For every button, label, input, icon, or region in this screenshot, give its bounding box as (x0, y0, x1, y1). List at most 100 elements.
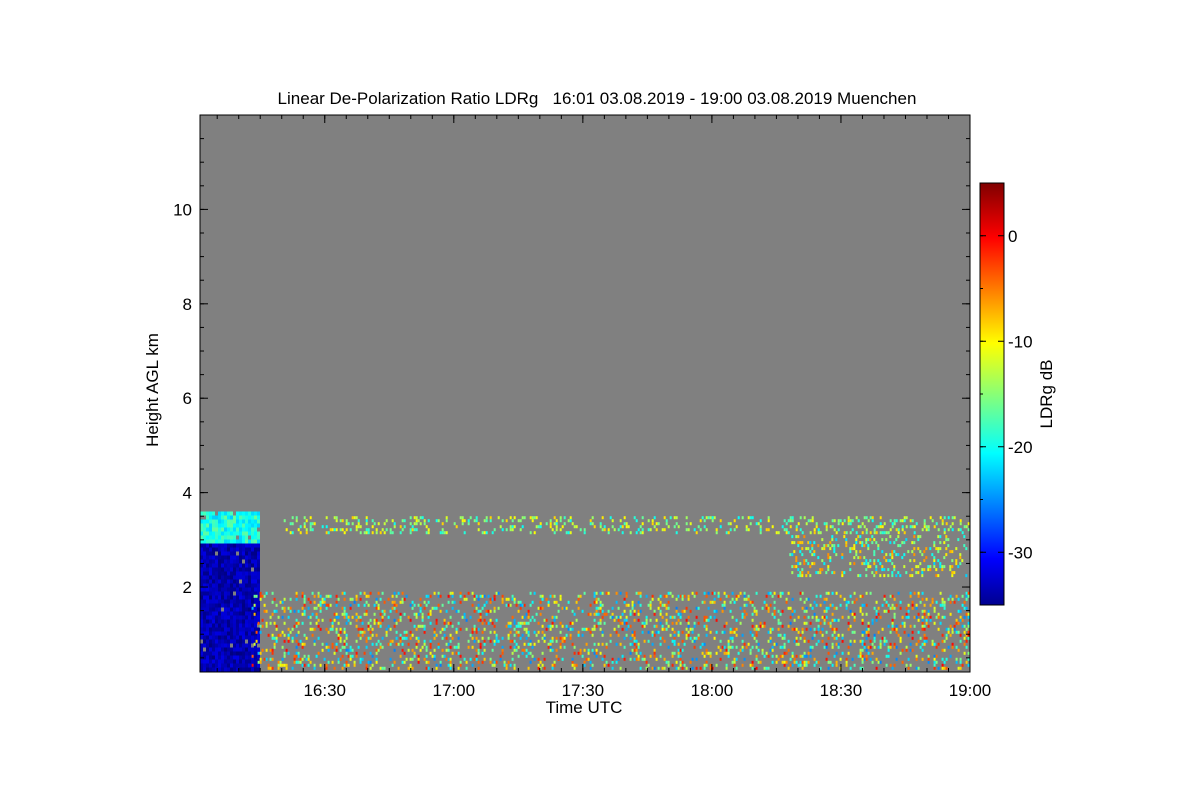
heatmap-cell (355, 597, 358, 601)
heatmap-cell (218, 515, 221, 520)
heatmap-cell (359, 636, 362, 640)
heatmap-cell (677, 594, 680, 598)
heatmap-cell (254, 583, 257, 588)
heatmap-cell (242, 603, 245, 608)
heatmap-cell (369, 666, 372, 670)
heatmap-cell (617, 618, 620, 622)
heatmap-cell (445, 657, 448, 661)
heatmap-cell (209, 595, 212, 600)
heatmap-cell (215, 583, 218, 588)
heatmap-cell (427, 612, 430, 616)
heatmap-cell (815, 660, 818, 664)
heatmap-cell (313, 666, 316, 670)
heatmap-cell (879, 615, 882, 619)
heatmap-cell (355, 615, 358, 619)
heatmap-cell (751, 663, 754, 667)
heatmap-cell (435, 618, 438, 622)
heatmap-cell (821, 547, 824, 551)
heatmap-cell (257, 531, 260, 536)
heatmap-cell (621, 525, 624, 529)
heatmap-cell (215, 587, 218, 592)
heatmap-cell (573, 663, 576, 667)
heatmap-cell (637, 528, 640, 532)
heatmap-cell (393, 591, 396, 595)
heatmap-cell (391, 594, 394, 598)
heatmap-cell (963, 606, 966, 610)
heatmap-cell (233, 599, 236, 604)
heatmap-cell (253, 612, 256, 616)
heatmap-cell (212, 627, 215, 632)
heatmap-cell (797, 568, 800, 572)
heatmap-cell (665, 522, 668, 526)
heatmap-cell (723, 600, 726, 604)
heatmap-cell (867, 519, 870, 523)
heatmap-cell (641, 516, 644, 520)
heatmap-cell (723, 591, 726, 595)
heatmap-cell (791, 571, 794, 575)
heatmap-cell (309, 528, 312, 532)
heatmap-cell (239, 519, 242, 524)
heatmap-cell (735, 633, 738, 637)
heatmap-cell (227, 547, 230, 552)
heatmap-cell (283, 651, 286, 655)
heatmap-cell (857, 574, 860, 578)
heatmap-cell (423, 600, 426, 604)
heatmap-cell (251, 606, 254, 610)
heatmap-cell (239, 527, 242, 532)
heatmap-cell (347, 654, 350, 658)
heatmap-cell (203, 623, 206, 628)
heatmap-cell (385, 627, 388, 631)
heatmap-cell (427, 600, 430, 604)
heatmap-cell (705, 618, 708, 622)
heatmap-cell (867, 627, 870, 631)
heatmap-cell (633, 657, 636, 661)
heatmap-cell (893, 550, 896, 554)
heatmap-cell (825, 544, 828, 548)
heatmap-cell (825, 591, 828, 595)
heatmap-cell (293, 609, 296, 613)
heatmap-cell (943, 565, 946, 569)
heatmap-cell (859, 606, 862, 610)
heatmap-cell (809, 565, 812, 569)
heatmap-cell (817, 660, 820, 664)
heatmap-cell (793, 660, 796, 664)
heatmap-cell (347, 648, 350, 652)
heatmap-cell (797, 663, 800, 667)
heatmap-cell (825, 642, 828, 646)
heatmap-cell (293, 657, 296, 661)
heatmap-cell (212, 631, 215, 636)
heatmap-cell (236, 619, 239, 624)
heatmap-cell (953, 571, 956, 575)
heatmap-cell (230, 603, 233, 608)
heatmap-cell (803, 535, 806, 539)
heatmap-cell (295, 594, 298, 598)
heatmap-cell (551, 648, 554, 652)
heatmap-cell (571, 621, 574, 625)
heatmap-cell (377, 591, 380, 595)
heatmap-cell (307, 615, 310, 619)
heatmap-cell (337, 636, 340, 640)
heatmap-cell (297, 630, 300, 634)
heatmap-cell (811, 547, 814, 551)
heatmap-cell (857, 654, 860, 658)
heatmap-cell (357, 522, 360, 526)
heatmap-cell (254, 623, 257, 628)
heatmap-cell (881, 636, 884, 640)
heatmap-cell (703, 525, 706, 529)
heatmap-cell (371, 663, 374, 667)
heatmap-cell (661, 624, 664, 628)
heatmap-cell (659, 636, 662, 640)
heatmap-cell (397, 642, 400, 646)
heatmap-cell (375, 528, 378, 532)
heatmap-cell (501, 636, 504, 640)
heatmap-cell (909, 525, 912, 529)
heatmap-cell (254, 579, 257, 584)
heatmap-cell (527, 615, 530, 619)
heatmap-cell (561, 636, 564, 640)
heatmap-cell (833, 519, 836, 523)
heatmap-cell (251, 647, 254, 652)
heatmap-cell (297, 642, 300, 646)
heatmap-cell (899, 636, 902, 640)
heatmap-cell (206, 559, 209, 564)
heatmap-cell (803, 636, 806, 640)
